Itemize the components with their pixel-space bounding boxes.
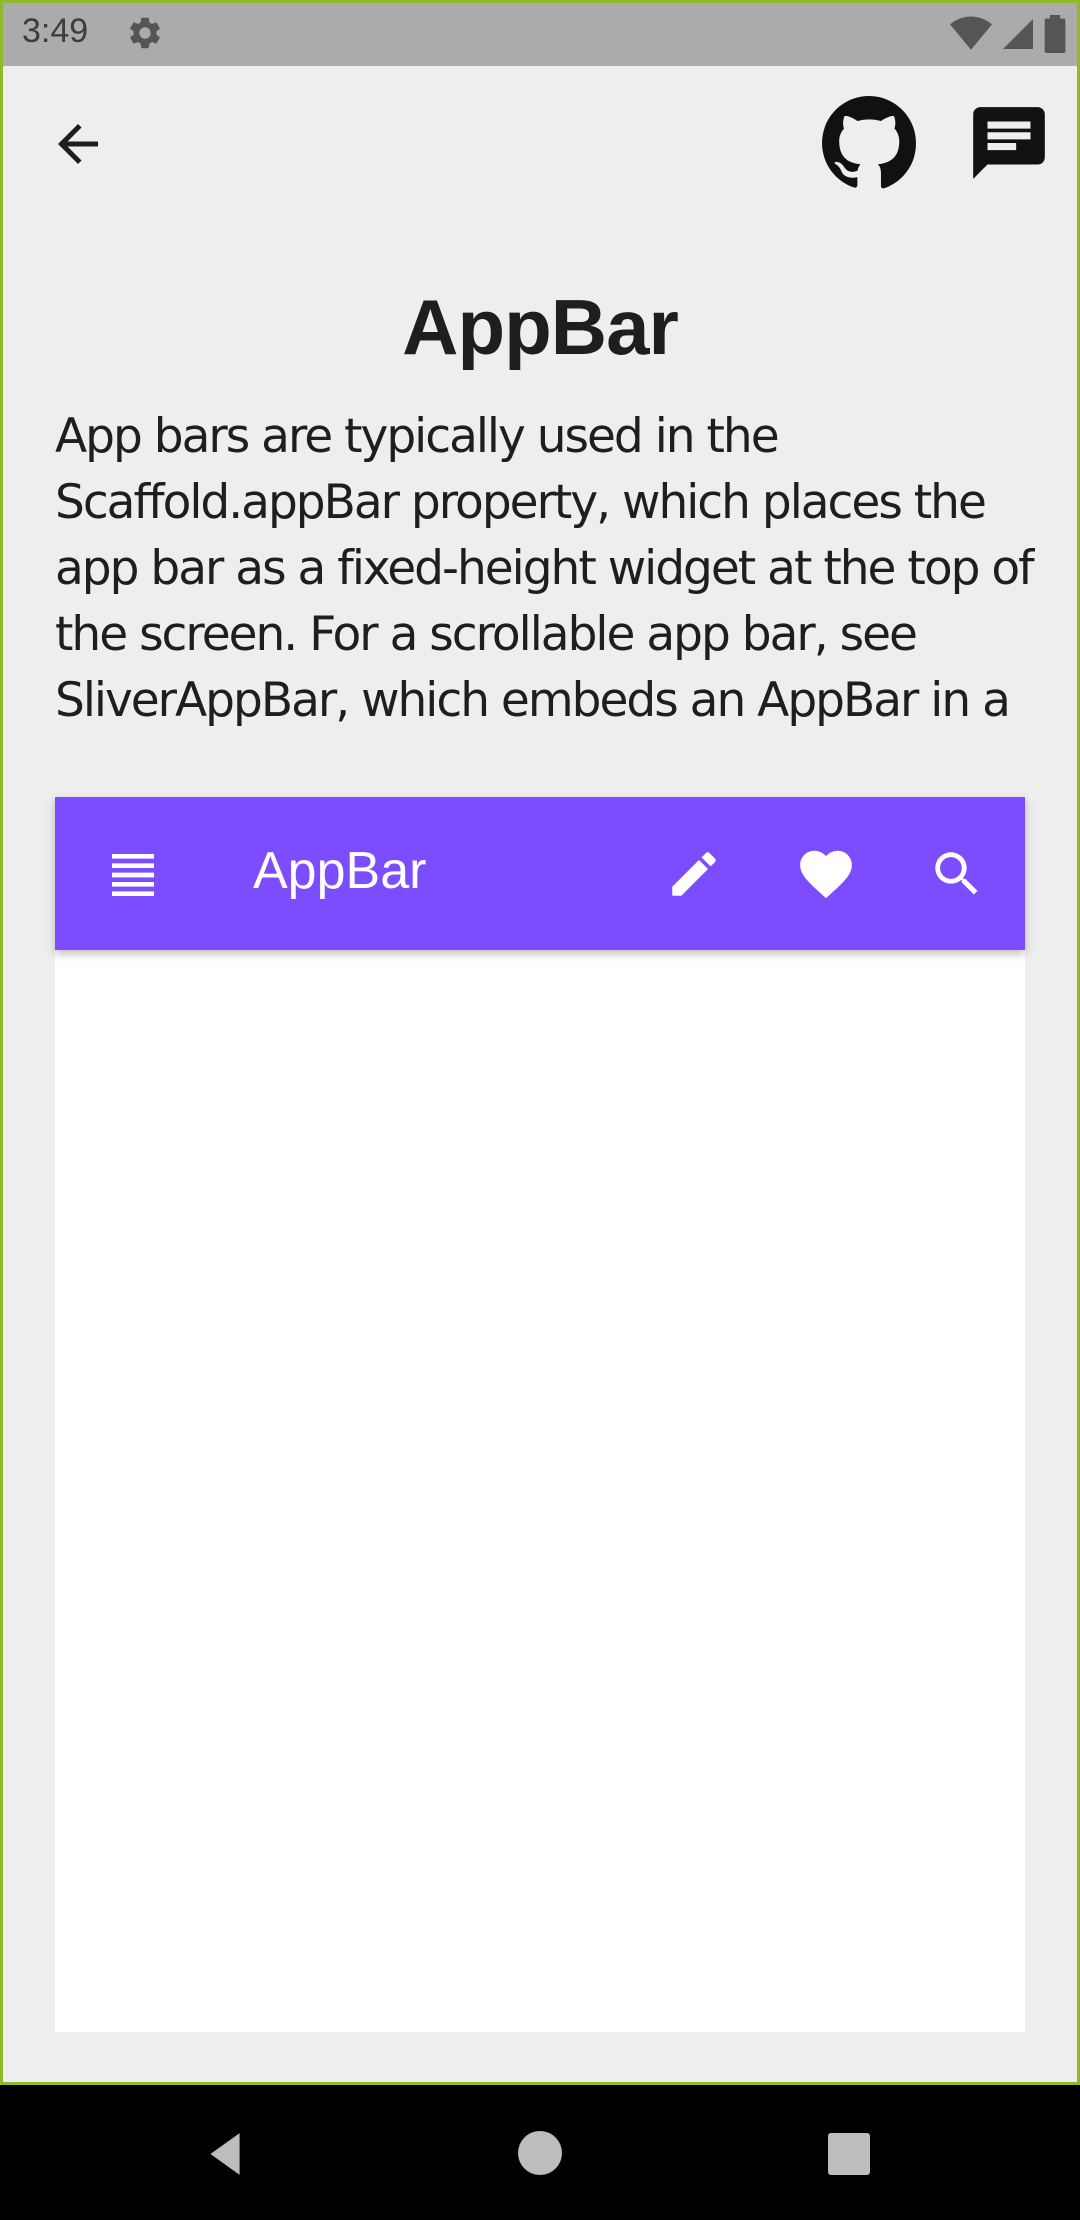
status-bar: 3:49	[0, 0, 1080, 66]
menu-icon[interactable]	[105, 847, 161, 903]
nav-recents-icon[interactable]	[828, 2133, 870, 2175]
arrow-back-icon[interactable]	[48, 114, 108, 174]
demo-preview: AppBar	[55, 797, 1025, 2032]
search-icon[interactable]	[928, 845, 986, 903]
settings-icon	[130, 17, 160, 49]
chat-icon[interactable]	[966, 100, 1052, 186]
demo-app-bar: AppBar	[55, 797, 1025, 950]
nav-back-icon[interactable]	[200, 2129, 250, 2179]
nav-home-icon[interactable]	[518, 2131, 562, 2175]
status-time: 3:49	[22, 12, 89, 50]
demo-app-bar-title: AppBar	[253, 842, 427, 900]
edit-icon[interactable]	[665, 845, 723, 903]
status-icons	[950, 14, 1066, 54]
page-description: App bars are typically used in the Scaff…	[55, 409, 1035, 728]
wifi-icon	[950, 16, 992, 50]
github-icon[interactable]	[820, 94, 918, 192]
page-title: AppBar	[402, 283, 679, 371]
system-nav-bar	[0, 2085, 1080, 2220]
signal-icon	[1003, 19, 1033, 49]
battery-icon	[1044, 15, 1066, 53]
favorite-icon[interactable]	[795, 843, 857, 905]
